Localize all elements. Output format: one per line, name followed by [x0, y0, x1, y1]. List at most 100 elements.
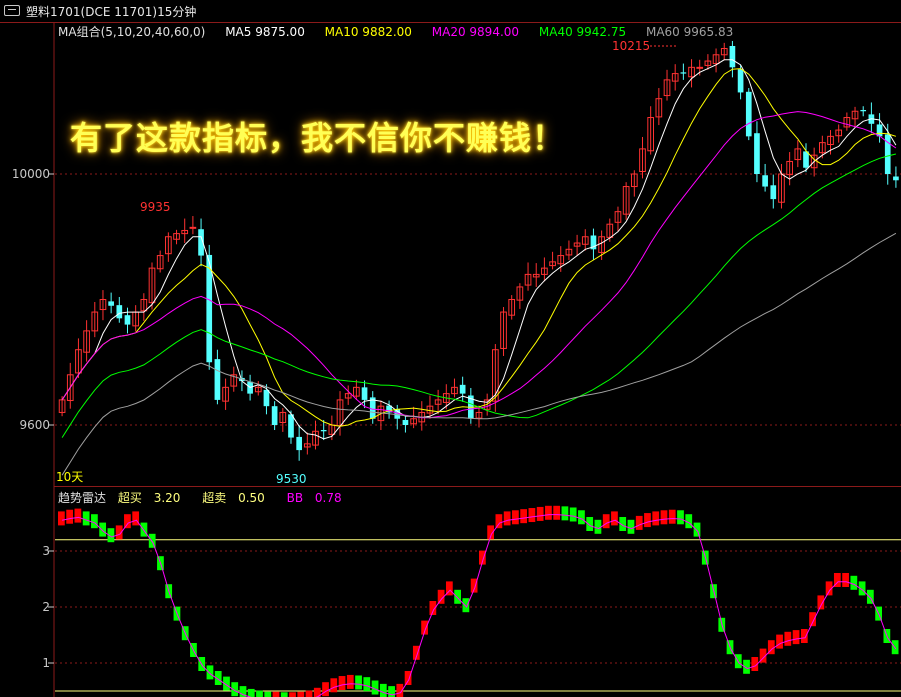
indicator-legend: 趋势雷达 超买 3.20 超卖 0.50 BB 0.78	[58, 489, 350, 506]
radar-bar	[247, 688, 255, 697]
radar-bar	[99, 522, 107, 537]
radar-bar	[495, 514, 503, 529]
radar-bar	[503, 511, 511, 526]
candle-body-down	[116, 305, 123, 319]
chart-window: 塑料1701(DCE 11701)15分钟 MA组合(5,10,20,40,60…	[0, 0, 901, 697]
radar-bar	[388, 686, 395, 697]
radar-bar	[586, 517, 594, 531]
candle-body-down	[680, 72, 687, 74]
radar-bar	[74, 508, 82, 523]
radar-bar	[800, 629, 808, 643]
radar-bar	[809, 612, 816, 627]
candle-body-down	[729, 45, 736, 68]
bb-value: 0.78	[314, 491, 342, 505]
bb-label: BB	[286, 491, 304, 505]
radar-bar	[338, 676, 346, 691]
ma60-line	[61, 232, 897, 476]
radar-bar	[569, 507, 577, 522]
price-tick-label: 10000	[12, 167, 50, 181]
radar-bar	[454, 589, 461, 604]
radar-bar	[58, 511, 65, 526]
low-price-label: 9530	[276, 472, 307, 486]
radar-bar	[346, 674, 354, 689]
oversell-label: 超卖	[202, 491, 227, 505]
radar-bar	[66, 509, 74, 524]
candle-body-down	[271, 406, 278, 425]
high-price-label: 10215	[612, 39, 650, 53]
candle-body-down	[402, 419, 409, 425]
radar-bar	[264, 691, 272, 697]
radar-bar	[322, 682, 329, 697]
candle-body-up	[189, 226, 197, 229]
candle-body-down	[803, 151, 809, 168]
radar-bar	[297, 691, 305, 697]
radar-bar	[578, 510, 585, 525]
radar-bar	[520, 509, 528, 524]
radar-bar	[305, 690, 313, 697]
promo-headline: 有了这款指标，我不信你不赚钱！	[70, 119, 566, 157]
radar-bar	[652, 511, 660, 526]
period-label: 10天	[56, 470, 83, 484]
radar-bar	[792, 630, 800, 645]
radar-bar	[611, 511, 618, 526]
radar-bar	[91, 514, 98, 529]
candle-body-down	[737, 69, 744, 93]
candle-body-down	[754, 133, 760, 174]
pane-divider[interactable]	[54, 486, 901, 487]
candle-body-down	[459, 384, 466, 394]
candle-body-down	[288, 414, 294, 438]
overbuy-value: 3.20	[153, 491, 181, 505]
radar-bar	[635, 515, 643, 530]
radar-bar	[594, 519, 602, 534]
indicator-tick-label: 2	[42, 600, 50, 614]
radar-bar	[379, 683, 387, 697]
radar-bar	[256, 690, 263, 697]
bb-line	[61, 514, 897, 697]
radar-bar	[272, 691, 280, 697]
candle-body-down	[214, 359, 221, 400]
candle-body-down	[770, 185, 777, 200]
radar-bar	[132, 511, 140, 526]
price-tick-label: 9600	[19, 418, 50, 432]
peak-price-label: 9935	[140, 200, 171, 214]
radar-bar	[124, 514, 131, 529]
radar-bar	[330, 678, 338, 693]
radar-bar	[545, 505, 552, 520]
radar-bar	[355, 675, 362, 690]
radar-bar	[660, 510, 668, 525]
radar-bar	[280, 692, 288, 697]
candle-body-down	[296, 436, 302, 451]
candle-body-down	[893, 176, 899, 181]
radar-bar	[668, 509, 676, 524]
candle-body-down	[263, 389, 270, 407]
radar-bar	[776, 634, 783, 649]
indicator-tick-label: 3	[42, 544, 50, 558]
radar-bar	[644, 513, 651, 528]
radar-bar	[404, 671, 412, 685]
candle-body-down	[124, 315, 131, 325]
radar-bar	[363, 677, 371, 692]
radar-bar	[602, 514, 610, 529]
radar-bar	[553, 505, 561, 520]
radar-bar	[536, 506, 544, 521]
radar-bar	[206, 665, 214, 680]
candle-body-down	[745, 91, 752, 137]
radar-bar	[842, 573, 849, 587]
radar-bar	[784, 631, 792, 646]
candle-body-down	[320, 430, 327, 432]
candle-body-down	[762, 175, 768, 187]
price-chart[interactable]: 10000 9600 10215 9935 9530 10天 3 2 1	[0, 0, 901, 697]
indicator-name[interactable]: 趋势雷达	[58, 491, 106, 505]
radar-bar	[693, 522, 701, 537]
candle-body-down	[108, 301, 114, 306]
radar-bar	[627, 519, 635, 534]
radar-bar	[512, 510, 519, 525]
overbuy-label: 超买	[117, 491, 142, 505]
radar-bar	[289, 692, 296, 697]
candle-body-down	[860, 109, 867, 112]
radar-bar	[528, 508, 536, 523]
radar-bar	[462, 598, 470, 613]
radar-bar	[82, 511, 90, 526]
radar-bar	[677, 510, 684, 525]
radar-bar	[561, 506, 569, 521]
